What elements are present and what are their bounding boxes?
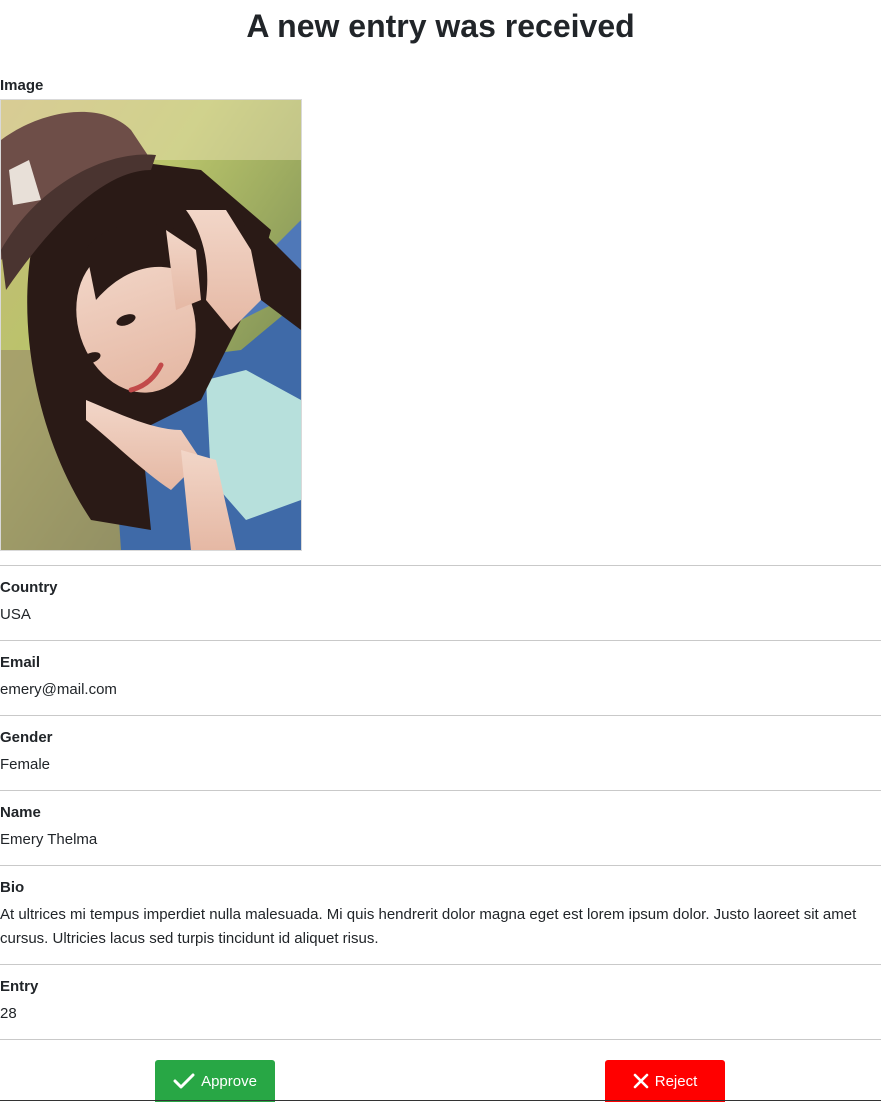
name-value: Emery Thelma <box>0 831 98 848</box>
approve-label: Approve <box>201 1072 257 1090</box>
field-entry: Entry 28 <box>0 964 881 1039</box>
photo-illustration <box>1 100 301 550</box>
name-label: Name <box>0 804 41 821</box>
email-value: emery@mail.com <box>0 681 117 698</box>
approve-button[interactable]: Approve <box>155 1060 275 1102</box>
field-gender: Gender Female <box>0 715 881 790</box>
field-email: Email emery@mail.com <box>0 640 881 715</box>
field-country: Country USA <box>0 565 881 640</box>
page-title: A new entry was received <box>246 8 635 44</box>
field-bio: Bio At ultrices mi tempus imperdiet null… <box>0 865 881 964</box>
action-bar: Approve Reject <box>0 1039 881 1102</box>
gender-label: Gender <box>0 729 53 746</box>
country-label: Country <box>0 579 58 596</box>
reject-button[interactable]: Reject <box>605 1060 725 1102</box>
x-icon <box>633 1073 649 1089</box>
entry-value: 28 <box>0 1005 17 1022</box>
entry-label: Entry <box>0 978 39 995</box>
image-label: Image <box>0 77 44 94</box>
bio-value: At ultrices mi tempus imperdiet nulla ma… <box>0 906 857 947</box>
reject-label: Reject <box>654 1072 698 1090</box>
field-name: Name Emery Thelma <box>0 790 881 865</box>
country-value: USA <box>0 606 31 623</box>
check-icon <box>173 1073 195 1089</box>
gender-value: Female <box>0 756 51 773</box>
image-field: Image <box>0 62 881 565</box>
entry-photo <box>0 99 302 551</box>
bio-label: Bio <box>0 879 25 896</box>
email-label: Email <box>0 654 41 671</box>
